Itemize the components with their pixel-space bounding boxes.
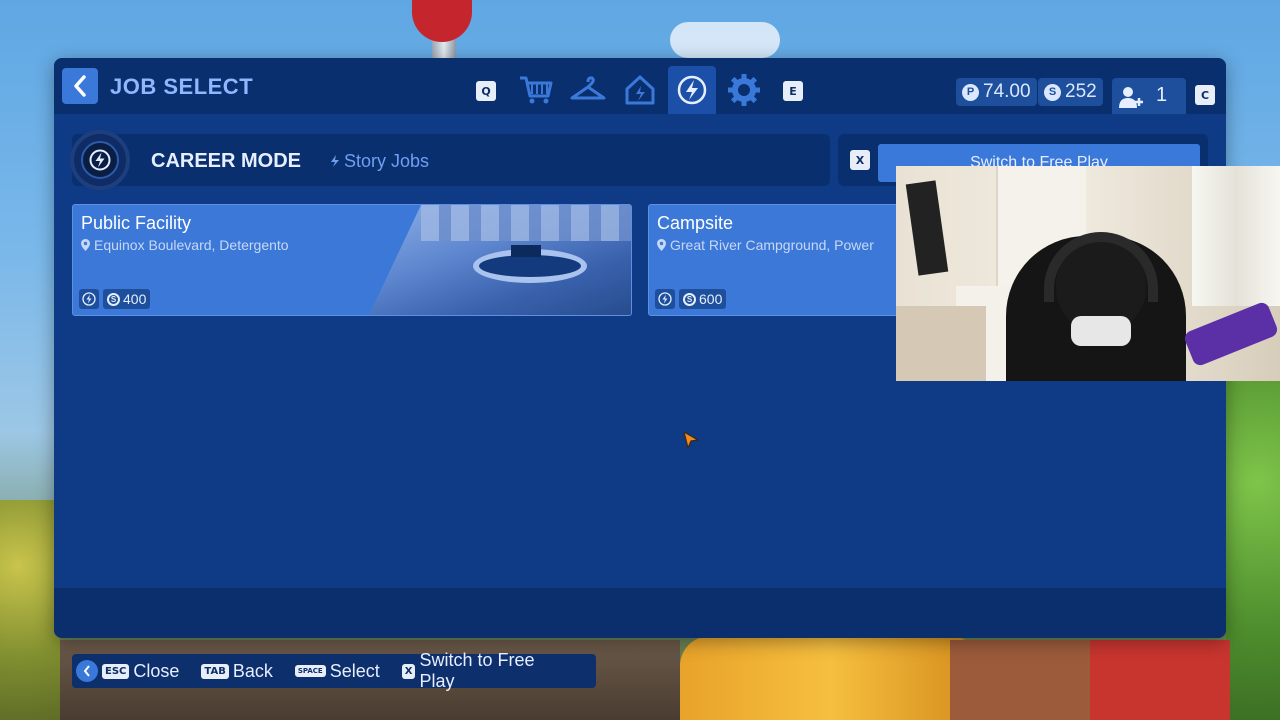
bolt-icon <box>677 75 707 105</box>
bolt-icon <box>82 292 96 306</box>
page-title: JOB SELECT <box>110 74 254 99</box>
cart-icon <box>520 76 553 104</box>
background-tree-right <box>1226 380 1280 720</box>
job-reward: S 600 <box>679 289 727 309</box>
bolt-small-icon <box>331 155 339 167</box>
background-wall <box>950 640 1090 720</box>
hint-key: X <box>401 663 416 679</box>
hint-label: Switch to Free Play <box>419 650 535 691</box>
chevron-left-icon <box>76 660 98 682</box>
control-hints-bar: ESC Close TAB Back SPACE Select X Switch… <box>72 650 596 691</box>
job-card-public-facility[interactable]: Public Facility Equinox Boulevard, Deter… <box>72 204 632 316</box>
hint-select[interactable]: SPACE Select <box>294 660 380 682</box>
hint-key: ESC <box>102 663 130 679</box>
tab-wardrobe[interactable] <box>564 66 612 114</box>
hint-key: SPACE <box>294 665 326 677</box>
currency-s: S 252 <box>1038 78 1103 106</box>
s-coin-icon: S <box>1044 83 1061 101</box>
hint-label: Close <box>133 660 180 681</box>
career-mode-subtitle: Story Jobs <box>330 151 429 172</box>
currency-p: P 74.00 <box>956 78 1037 106</box>
job-photo <box>369 205 631 315</box>
background-cloud <box>670 22 780 58</box>
job-name: Public Facility <box>81 213 192 233</box>
job-location: Great River Campground, Power <box>657 237 874 253</box>
hint-switch-free-play[interactable]: X Switch to Free Play <box>401 650 574 692</box>
panel-footer <box>54 588 1226 638</box>
job-name: Campsite <box>657 213 734 233</box>
party-count: 1 <box>1156 84 1168 106</box>
hint-close[interactable]: ESC Close <box>76 660 179 682</box>
tab-next-key[interactable]: E <box>783 81 803 101</box>
party-button[interactable] <box>1112 78 1186 114</box>
tab-settings[interactable] <box>720 66 768 114</box>
bolt-icon <box>658 292 672 306</box>
background-roof <box>1090 640 1230 720</box>
job-reward: S 400 <box>103 289 151 309</box>
bolt-icon <box>89 149 111 171</box>
job-footer: S 600 <box>655 289 727 309</box>
career-badge <box>70 130 130 190</box>
background-pole-top <box>412 0 472 42</box>
currency-s-value: 252 <box>1065 81 1097 102</box>
job-type-chip <box>79 289 99 309</box>
cursor-icon <box>683 431 699 449</box>
hint-key: TAB <box>201 663 229 679</box>
job-footer: S 400 <box>79 289 151 309</box>
background-tree-left <box>0 500 60 720</box>
currency-p-value: 74.00 <box>983 81 1031 102</box>
webcam-overlay <box>896 166 1280 381</box>
career-mode-title: CAREER MODE <box>151 150 302 172</box>
location-pin-icon <box>81 239 90 251</box>
hanger-icon <box>570 76 606 100</box>
top-bar: JOB SELECT Q E P 74.00 S 252 1 C <box>54 58 1226 114</box>
tab-jobs[interactable] <box>668 66 716 114</box>
background-barrel <box>680 636 980 720</box>
s-coin-icon: S <box>683 292 696 306</box>
hint-label: Back <box>232 660 273 681</box>
back-button[interactable] <box>62 68 98 104</box>
job-location: Equinox Boulevard, Detergento <box>81 237 289 253</box>
chevron-left-icon <box>74 75 86 97</box>
gear-icon <box>728 74 760 106</box>
party-key[interactable]: C <box>1195 85 1215 105</box>
tab-home[interactable] <box>616 66 664 114</box>
add-user-icon <box>1119 87 1143 108</box>
location-pin-icon <box>657 239 666 251</box>
s-coin-icon: S <box>107 292 120 306</box>
career-mode-header: CAREER MODE Story Jobs <box>70 130 830 190</box>
p-coin-icon: P <box>962 83 979 101</box>
hint-label: Select <box>329 660 380 681</box>
switch-key[interactable]: X <box>850 150 870 170</box>
tab-prev-key[interactable]: Q <box>476 81 496 101</box>
hint-back[interactable]: TAB Back <box>201 660 273 682</box>
job-type-chip <box>655 289 675 309</box>
home-icon <box>625 75 655 105</box>
tab-shop[interactable] <box>512 66 560 114</box>
